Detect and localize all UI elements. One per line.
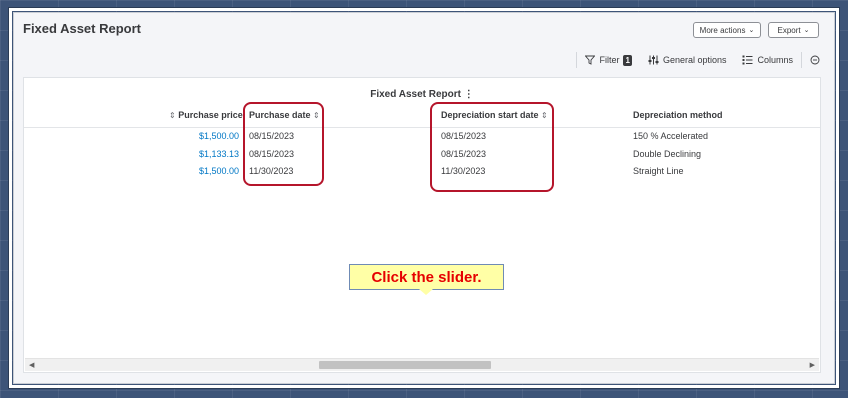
column-header-depreciation-method[interactable]: Depreciation method (633, 110, 723, 120)
general-options-button[interactable]: General options (640, 55, 735, 65)
columns-label: Columns (757, 55, 793, 65)
more-actions-label: More actions (699, 25, 746, 35)
report-panel: Fixed Asset Report ⋮ ⇕ Purchase price Pu… (23, 77, 821, 373)
highlight-box-purchase-date (243, 102, 324, 186)
column-label: Depreciation method (633, 110, 723, 120)
column-label: Purchase price (178, 110, 243, 120)
depreciation-method-cell: 150 % Accelerated (633, 131, 709, 141)
header-divider (24, 127, 820, 128)
more-vertical-icon[interactable]: ⋮ (464, 89, 474, 100)
sliders-icon (648, 55, 659, 65)
more-actions-button[interactable]: More actions ⌄ (693, 22, 761, 38)
purchase-price-link[interactable]: $1,500.00 (169, 166, 239, 176)
highlight-box-depreciation-start-date (430, 102, 554, 192)
general-options-label: General options (662, 55, 727, 65)
filter-button[interactable]: Filter 1 (577, 54, 639, 66)
report-title-text: Fixed Asset Report (370, 89, 461, 100)
depreciation-method-cell: Double Declining (633, 149, 702, 159)
filter-count-badge: 1 (623, 54, 632, 66)
report-title: Fixed Asset Report ⋮ (24, 89, 820, 100)
columns-icon (742, 55, 753, 65)
report-window: Fixed Asset Report More actions ⌄ Export… (13, 12, 835, 384)
sort-icon: ⇕ (169, 111, 176, 120)
export-button[interactable]: Export ⌄ (768, 22, 819, 38)
report-toolbar: Filter 1 General options Columns (576, 52, 828, 68)
horizontal-scrollbar[interactable]: ◀ ▶ (25, 358, 819, 371)
instruction-callout: Click the slider. (349, 264, 504, 290)
chevron-down-icon: ⌄ (748, 27, 755, 34)
settings-circle-icon (810, 55, 820, 65)
scroll-left-arrow-icon[interactable]: ◀ (29, 361, 34, 369)
chevron-down-icon: ⌄ (803, 27, 810, 34)
scrollbar-slider[interactable] (319, 361, 491, 369)
callout-pointer (419, 289, 433, 295)
page-title: Fixed Asset Report (23, 21, 141, 36)
purchase-price-link[interactable]: $1,133.13 (169, 149, 239, 159)
column-header-purchase-price[interactable]: ⇕ Purchase price (169, 110, 243, 120)
depreciation-method-cell: Straight Line (633, 166, 684, 176)
filter-icon (585, 55, 596, 65)
export-label: Export (777, 25, 801, 35)
filter-label: Filter (599, 55, 620, 65)
settings-button[interactable] (802, 55, 828, 65)
purchase-price-link[interactable]: $1,500.00 (169, 131, 239, 141)
scroll-right-arrow-icon[interactable]: ▶ (810, 361, 815, 369)
columns-button[interactable]: Columns (734, 55, 801, 65)
